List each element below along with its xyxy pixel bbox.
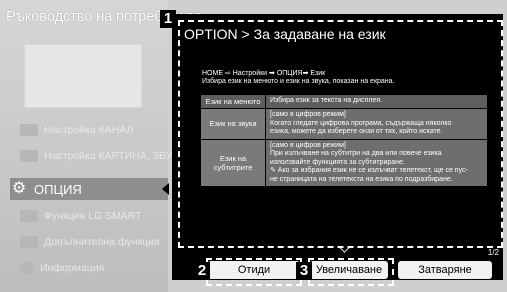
callout-3: 3	[296, 262, 312, 280]
callout-1: 1	[160, 10, 176, 28]
smart-tv-icon	[20, 210, 38, 222]
callout-2: 2	[194, 262, 210, 280]
sidebar-item-label: Функция LG SMART	[44, 210, 142, 222]
preview-thumbnail	[24, 44, 142, 108]
close-button[interactable]: Затваряне	[398, 261, 492, 279]
gear-icon: ⚙	[11, 180, 27, 197]
sidebar-item-label: Информация	[40, 262, 105, 274]
content-highlight-frame	[178, 20, 503, 248]
page-indicator: 1/2	[487, 248, 499, 257]
sidebar-item-smart[interactable]: Функция LG SMART	[20, 206, 142, 226]
sidebar-item-label: ОПЦИЯ	[34, 181, 82, 197]
satellite-dish-icon	[20, 124, 38, 136]
selection-arrow-icon	[162, 183, 169, 195]
sidebar: Ръководство на потребителя Настройка КАН…	[0, 0, 201, 292]
zoom-highlight-frame	[308, 258, 394, 286]
sidebar-item-option[interactable]: ⚙ ОПЦИЯ	[10, 178, 168, 200]
sidebar-item-label: Допълнителна функция	[44, 236, 160, 248]
sidebar-item-channel[interactable]: Настройка КАНАЛ	[20, 120, 133, 140]
goto-highlight-frame	[206, 258, 302, 286]
user-guide-screen: Ръководство на потребителя Настройка КАН…	[0, 0, 507, 292]
sidebar-item-info[interactable]: Информация	[20, 258, 104, 278]
extra-function-icon	[20, 236, 38, 248]
sidebar-item-picture-sound[interactable]: Настройка КАРТИНА, ЗВУК	[20, 146, 178, 166]
sidebar-item-label: Настройка КАНАЛ	[44, 124, 134, 136]
info-icon	[20, 261, 34, 275]
picture-sound-icon	[20, 150, 38, 162]
sidebar-item-label: Настройка КАРТИНА, ЗВУК	[44, 150, 179, 162]
sidebar-item-extra[interactable]: Допълнителна функция	[20, 232, 160, 252]
